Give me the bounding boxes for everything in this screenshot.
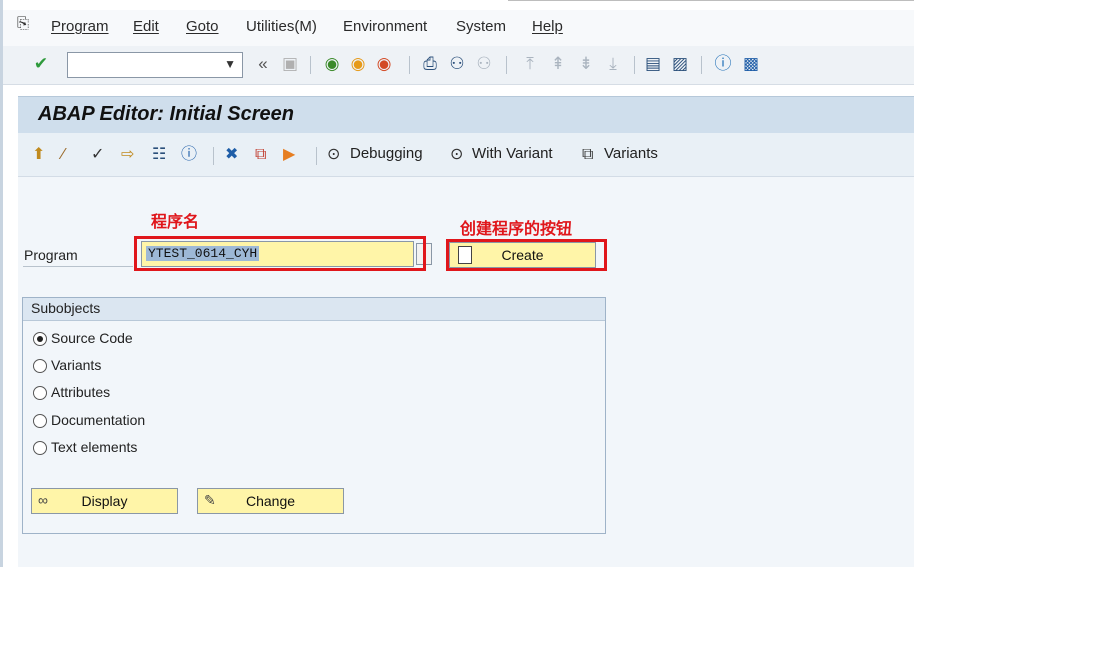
- save-icon[interactable]: ▣: [280, 54, 300, 74]
- application-toolbar: ⬆ ∕ ✓ ⇨ ☷ ⓘ ✖ ⧉ ▶ ⊙ Debugging ⊙ With Var…: [18, 133, 914, 177]
- debugging-button[interactable]: Debugging: [350, 145, 423, 162]
- execute-icon[interactable]: ▶: [283, 145, 295, 165]
- radio-button[interactable]: [33, 414, 47, 428]
- radio-label: Variants: [51, 357, 102, 373]
- shortcut-icon[interactable]: ▨: [670, 54, 690, 74]
- new-session-icon[interactable]: ▤: [643, 54, 663, 74]
- first-page-icon[interactable]: ⤒: [520, 54, 540, 74]
- back-arrows-icon[interactable]: «: [253, 54, 273, 74]
- variants-button[interactable]: Variants: [604, 145, 658, 162]
- last-page-icon[interactable]: ⤓: [603, 54, 623, 74]
- variants-icon[interactable]: ⧉: [582, 145, 593, 165]
- page-title: ABAP Editor: Initial Screen: [38, 103, 294, 125]
- back-icon[interactable]: ◉: [322, 54, 342, 74]
- menu-exit-icon[interactable]: ⎘: [17, 15, 29, 32]
- radio-button[interactable]: [33, 441, 47, 455]
- separator: [213, 147, 214, 165]
- program-label: Program: [24, 247, 78, 263]
- check-icon[interactable]: ✓: [91, 145, 104, 165]
- change-button-label: Change: [245, 493, 296, 509]
- highlight-program-field: [134, 236, 426, 271]
- enter-icon[interactable]: ✔: [31, 54, 51, 74]
- radio-label: Text elements: [51, 439, 138, 455]
- where-used-icon[interactable]: ☷: [152, 145, 166, 165]
- help-icon[interactable]: ⓘ: [713, 54, 733, 74]
- separator: [316, 147, 317, 165]
- radio-button[interactable]: [33, 386, 47, 400]
- cancel-icon[interactable]: ◉: [374, 54, 394, 74]
- copy-icon[interactable]: ⧉: [255, 145, 266, 165]
- menu-goto[interactable]: Goto: [186, 18, 219, 35]
- menu-environment[interactable]: Environment: [343, 18, 427, 35]
- separator: [310, 56, 311, 74]
- display-button-label: Display: [81, 493, 128, 509]
- window-edge: [0, 0, 3, 567]
- annotation-create-button: 创建程序的按钮: [460, 219, 573, 238]
- menu-edit[interactable]: Edit: [133, 18, 159, 35]
- magic-wand-icon[interactable]: ∕: [62, 145, 65, 165]
- chevron-down-icon[interactable]: ▼: [224, 57, 236, 71]
- highlight-create-button: [446, 239, 607, 271]
- subobjects-header: Subobjects: [23, 298, 605, 321]
- radio-label: Documentation: [51, 412, 146, 428]
- menu-bar: ⎘ Program Edit Goto Utilities(M) Environ…: [3, 10, 914, 46]
- display-button[interactable]: ∞ Display: [31, 488, 178, 514]
- menu-system[interactable]: System: [456, 18, 506, 35]
- separator: [506, 56, 507, 74]
- title-bar: ABAP Editor: Initial Screen: [18, 96, 914, 134]
- separator: [701, 56, 702, 74]
- object-list-icon[interactable]: ⬆: [32, 145, 45, 165]
- label-underline: [23, 266, 133, 267]
- command-field[interactable]: ▼: [67, 52, 243, 78]
- sap-window: ⎘ Program Edit Goto Utilities(M) Environ…: [0, 0, 914, 567]
- menu-help[interactable]: Help: [532, 18, 563, 35]
- next-page-icon[interactable]: ⇟: [576, 54, 596, 74]
- menu-program[interactable]: Program: [51, 18, 109, 35]
- radio-label: Source Code: [51, 330, 133, 346]
- customize-layout-icon[interactable]: ▩: [741, 54, 761, 74]
- debugging-icon[interactable]: ⊙: [327, 145, 340, 165]
- subobjects-title: Subobjects: [31, 300, 101, 316]
- find-icon[interactable]: ⚇: [447, 54, 467, 74]
- top-divider: [508, 0, 914, 4]
- delete-icon[interactable]: ✖: [225, 145, 238, 165]
- exit-icon[interactable]: ◉: [348, 54, 368, 74]
- annotation-program-name: 程序名: [151, 212, 200, 231]
- subobjects-group: Subobjects Source Code Variants Attribut…: [22, 297, 606, 534]
- radio-button[interactable]: [33, 332, 47, 346]
- find-next-icon[interactable]: ⚇: [474, 54, 494, 74]
- activate-icon[interactable]: ⇨: [121, 145, 134, 165]
- print-icon[interactable]: ⎙: [420, 54, 440, 74]
- change-button[interactable]: ✎ Change: [197, 488, 344, 514]
- with-variant-icon[interactable]: ⊙: [450, 145, 463, 165]
- menu-utilities[interactable]: Utilities(M): [246, 18, 317, 35]
- radio-label: Attributes: [51, 384, 111, 400]
- prev-page-icon[interactable]: ⇞: [548, 54, 568, 74]
- separator: [634, 56, 635, 74]
- radio-button[interactable]: [33, 359, 47, 373]
- with-variant-button[interactable]: With Variant: [472, 145, 553, 162]
- separator: [409, 56, 410, 74]
- info-icon[interactable]: ⓘ: [181, 145, 197, 165]
